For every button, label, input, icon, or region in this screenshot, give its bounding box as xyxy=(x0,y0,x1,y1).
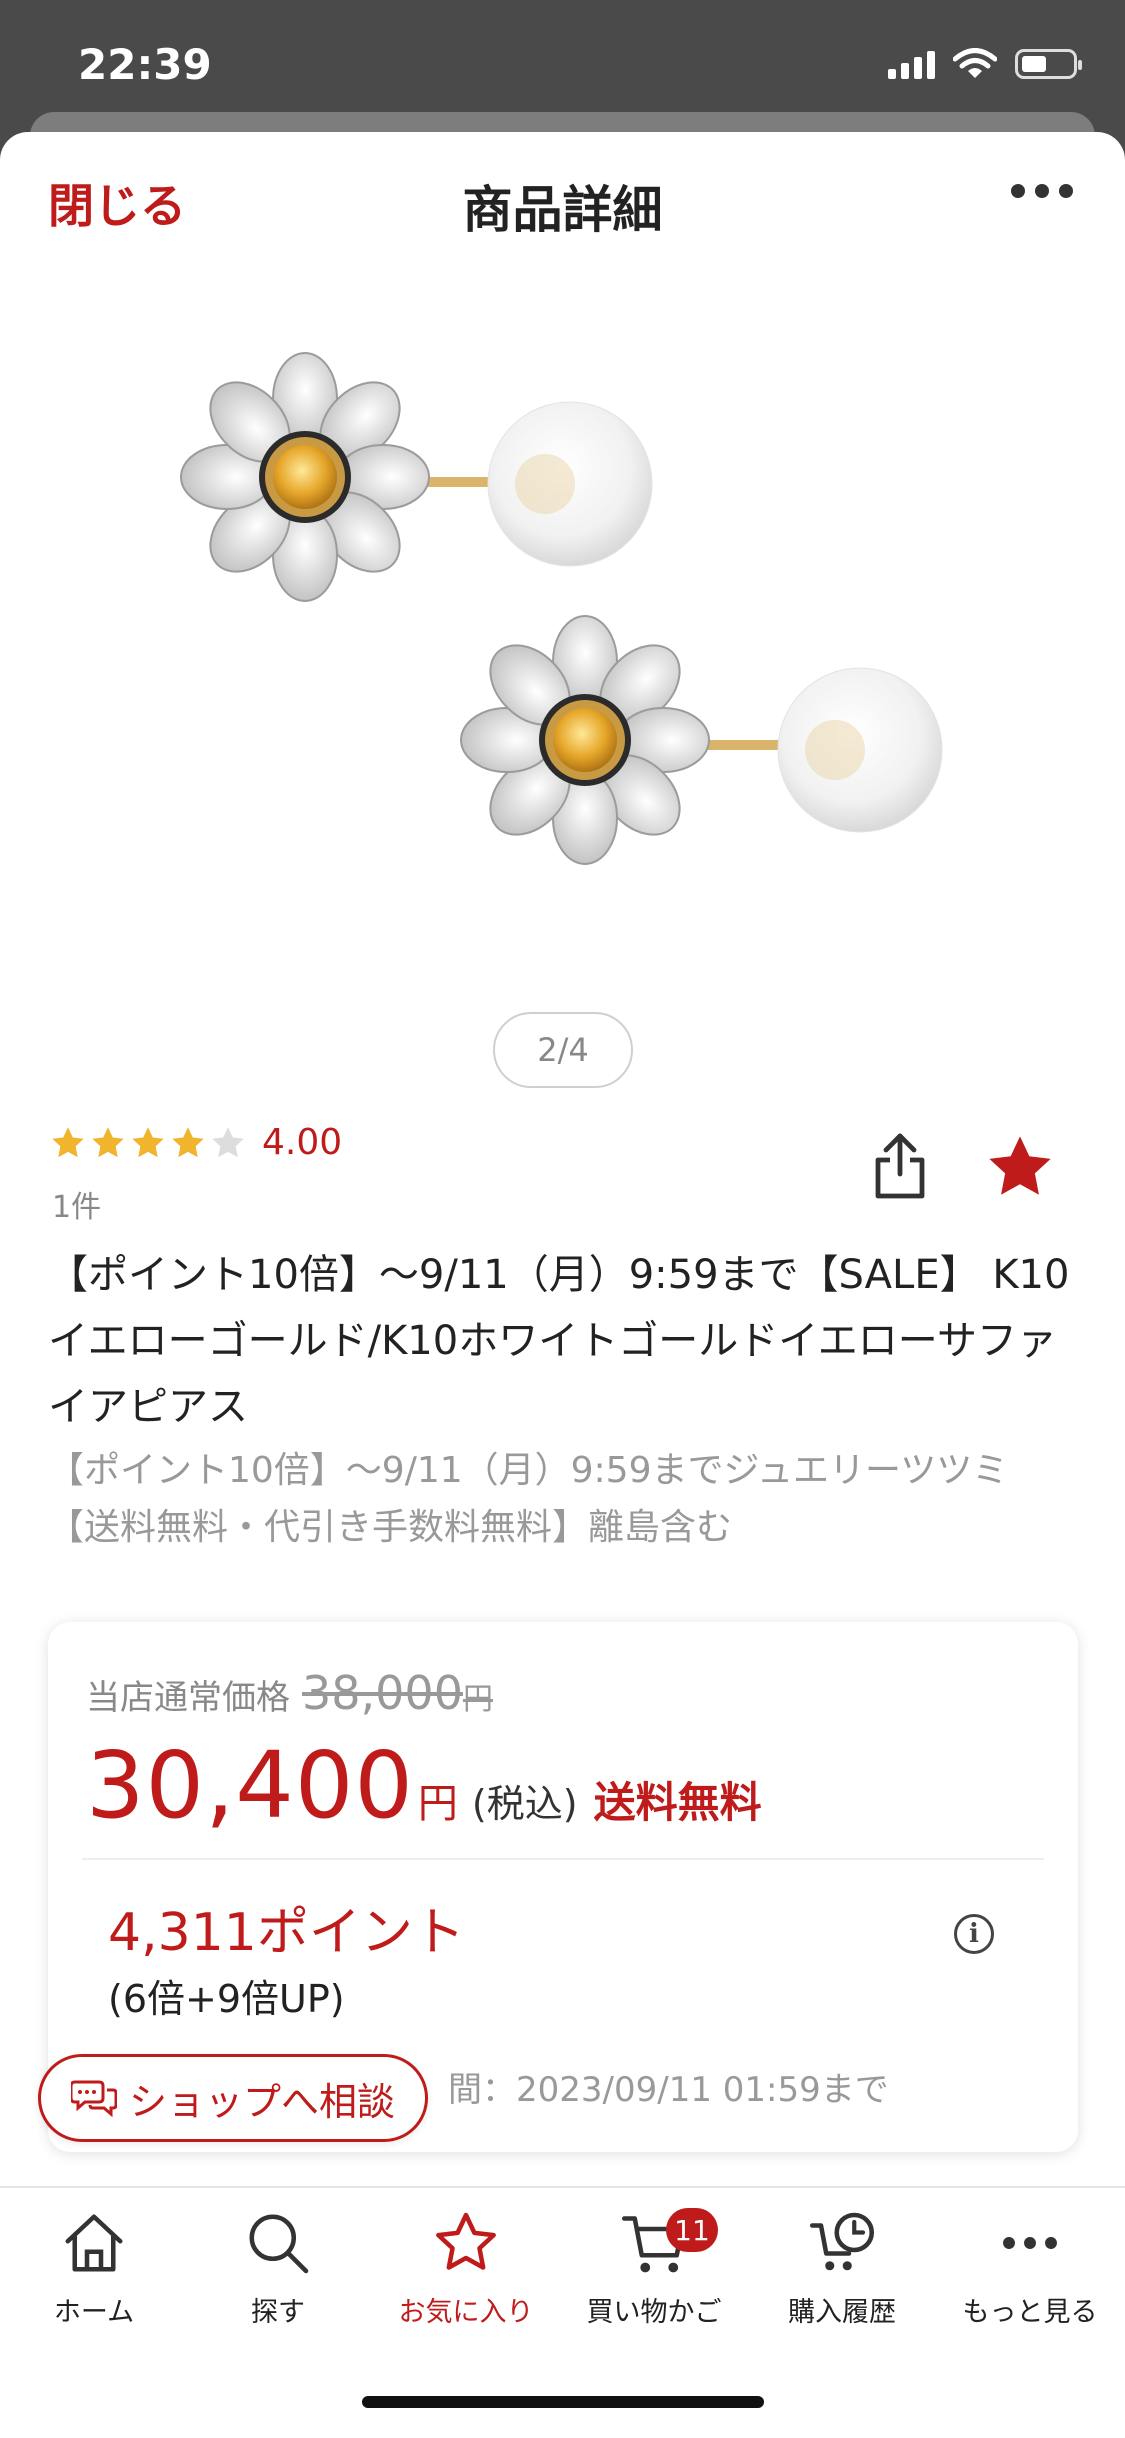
tab-history[interactable]: 購入履歴 xyxy=(748,2208,936,2329)
share-icon[interactable] xyxy=(870,1132,930,1200)
tab-favorites-label: お気に入り xyxy=(398,2297,534,2328)
points-value: 4,311ポイント xyxy=(108,1903,465,1963)
more-options-icon[interactable] xyxy=(1011,184,1073,198)
product-detail-sheet: 閉じる 商品詳細 2/4 4.00 1件 【ポイント10倍】〜9/11（月）9:… xyxy=(0,132,1125,2436)
page-title: 商品詳細 xyxy=(462,181,663,239)
tab-home[interactable]: ホーム xyxy=(0,2208,188,2329)
nav-header: 閉じる 商品詳細 xyxy=(0,132,1125,262)
tab-more[interactable]: もっと見る xyxy=(936,2208,1124,2329)
sale-price: 30,400 xyxy=(86,1732,414,1839)
search-icon xyxy=(249,2214,309,2274)
star-outline-icon xyxy=(436,2212,496,2270)
star-icon xyxy=(132,1126,164,1157)
star-icon xyxy=(172,1126,204,1157)
info-icon[interactable]: i xyxy=(954,1914,994,1954)
status-time: 22:39 xyxy=(78,40,212,89)
tab-favorites[interactable]: お気に入り xyxy=(372,2208,560,2329)
product-subtitle: 【ポイント10倍】〜9/11（月）9:59までジュエリーツツミ【送料無料・代引き… xyxy=(48,1450,1009,1548)
sale-price-yen: 円 xyxy=(417,1781,458,1827)
star-icon xyxy=(52,1126,84,1157)
tab-search-label: 探す xyxy=(251,2297,305,2328)
divider xyxy=(82,1858,1044,1860)
image-page-indicator: 2/4 xyxy=(493,1012,633,1088)
wifi-icon xyxy=(953,48,997,78)
regular-price-row: 当店通常価格 38,000円 xyxy=(86,1666,493,1720)
regular-price-label: 当店通常価格 xyxy=(86,1678,290,1718)
points-multiplier: (6倍+9倍UP) xyxy=(108,1977,345,2021)
tab-home-label: ホーム xyxy=(53,2297,135,2328)
shop-consult-label: ショップへ相談 xyxy=(129,2079,396,2124)
regular-price: 38,000 xyxy=(302,1666,463,1720)
home-indicator xyxy=(362,2396,764,2408)
rating-stars[interactable]: 4.00 xyxy=(50,1122,342,1163)
rating-value: 4.00 xyxy=(262,1122,343,1163)
regular-price-yen: 円 xyxy=(462,1682,493,1717)
home-icon xyxy=(65,2214,123,2272)
free-shipping-label: 送料無料 xyxy=(593,1778,762,1827)
purchase-history-icon xyxy=(809,2212,875,2271)
chat-bubbles-icon xyxy=(71,2080,117,2118)
tax-label: (税込) xyxy=(471,1782,578,1826)
tab-cart[interactable]: 11 買い物かご xyxy=(560,2208,748,2329)
more-icon xyxy=(1003,2237,1057,2249)
star-empty-icon xyxy=(212,1126,244,1157)
tab-history-label: 購入履歴 xyxy=(788,2297,896,2328)
cart-count-badge: 11 xyxy=(666,2208,718,2252)
product-image[interactable] xyxy=(0,262,1125,1142)
review-count[interactable]: 1件 xyxy=(52,1182,101,1226)
earring-bottom xyxy=(460,615,943,865)
battery-icon xyxy=(1015,49,1082,79)
product-title: 【ポイント10倍】〜9/11（月）9:59まで【SALE】 K10イエローゴール… xyxy=(48,1252,1070,1430)
sale-price-row: 30,400 円 (税込) 送料無料 xyxy=(86,1732,762,1839)
tab-search[interactable]: 探す xyxy=(184,2208,372,2329)
tab-more-label: もっと見る xyxy=(962,2297,1098,2328)
star-icon xyxy=(92,1126,124,1157)
status-icons xyxy=(888,48,1082,80)
tab-cart-label: 買い物かご xyxy=(586,2297,722,2328)
shop-consult-button[interactable]: ショップへ相談 xyxy=(38,2054,429,2142)
cellular-signal-icon xyxy=(888,49,935,79)
favorite-star-icon[interactable] xyxy=(985,1132,1055,1202)
earring-top xyxy=(180,352,653,602)
points-period: 間：2023/09/11 01:59まで xyxy=(448,2070,889,2110)
